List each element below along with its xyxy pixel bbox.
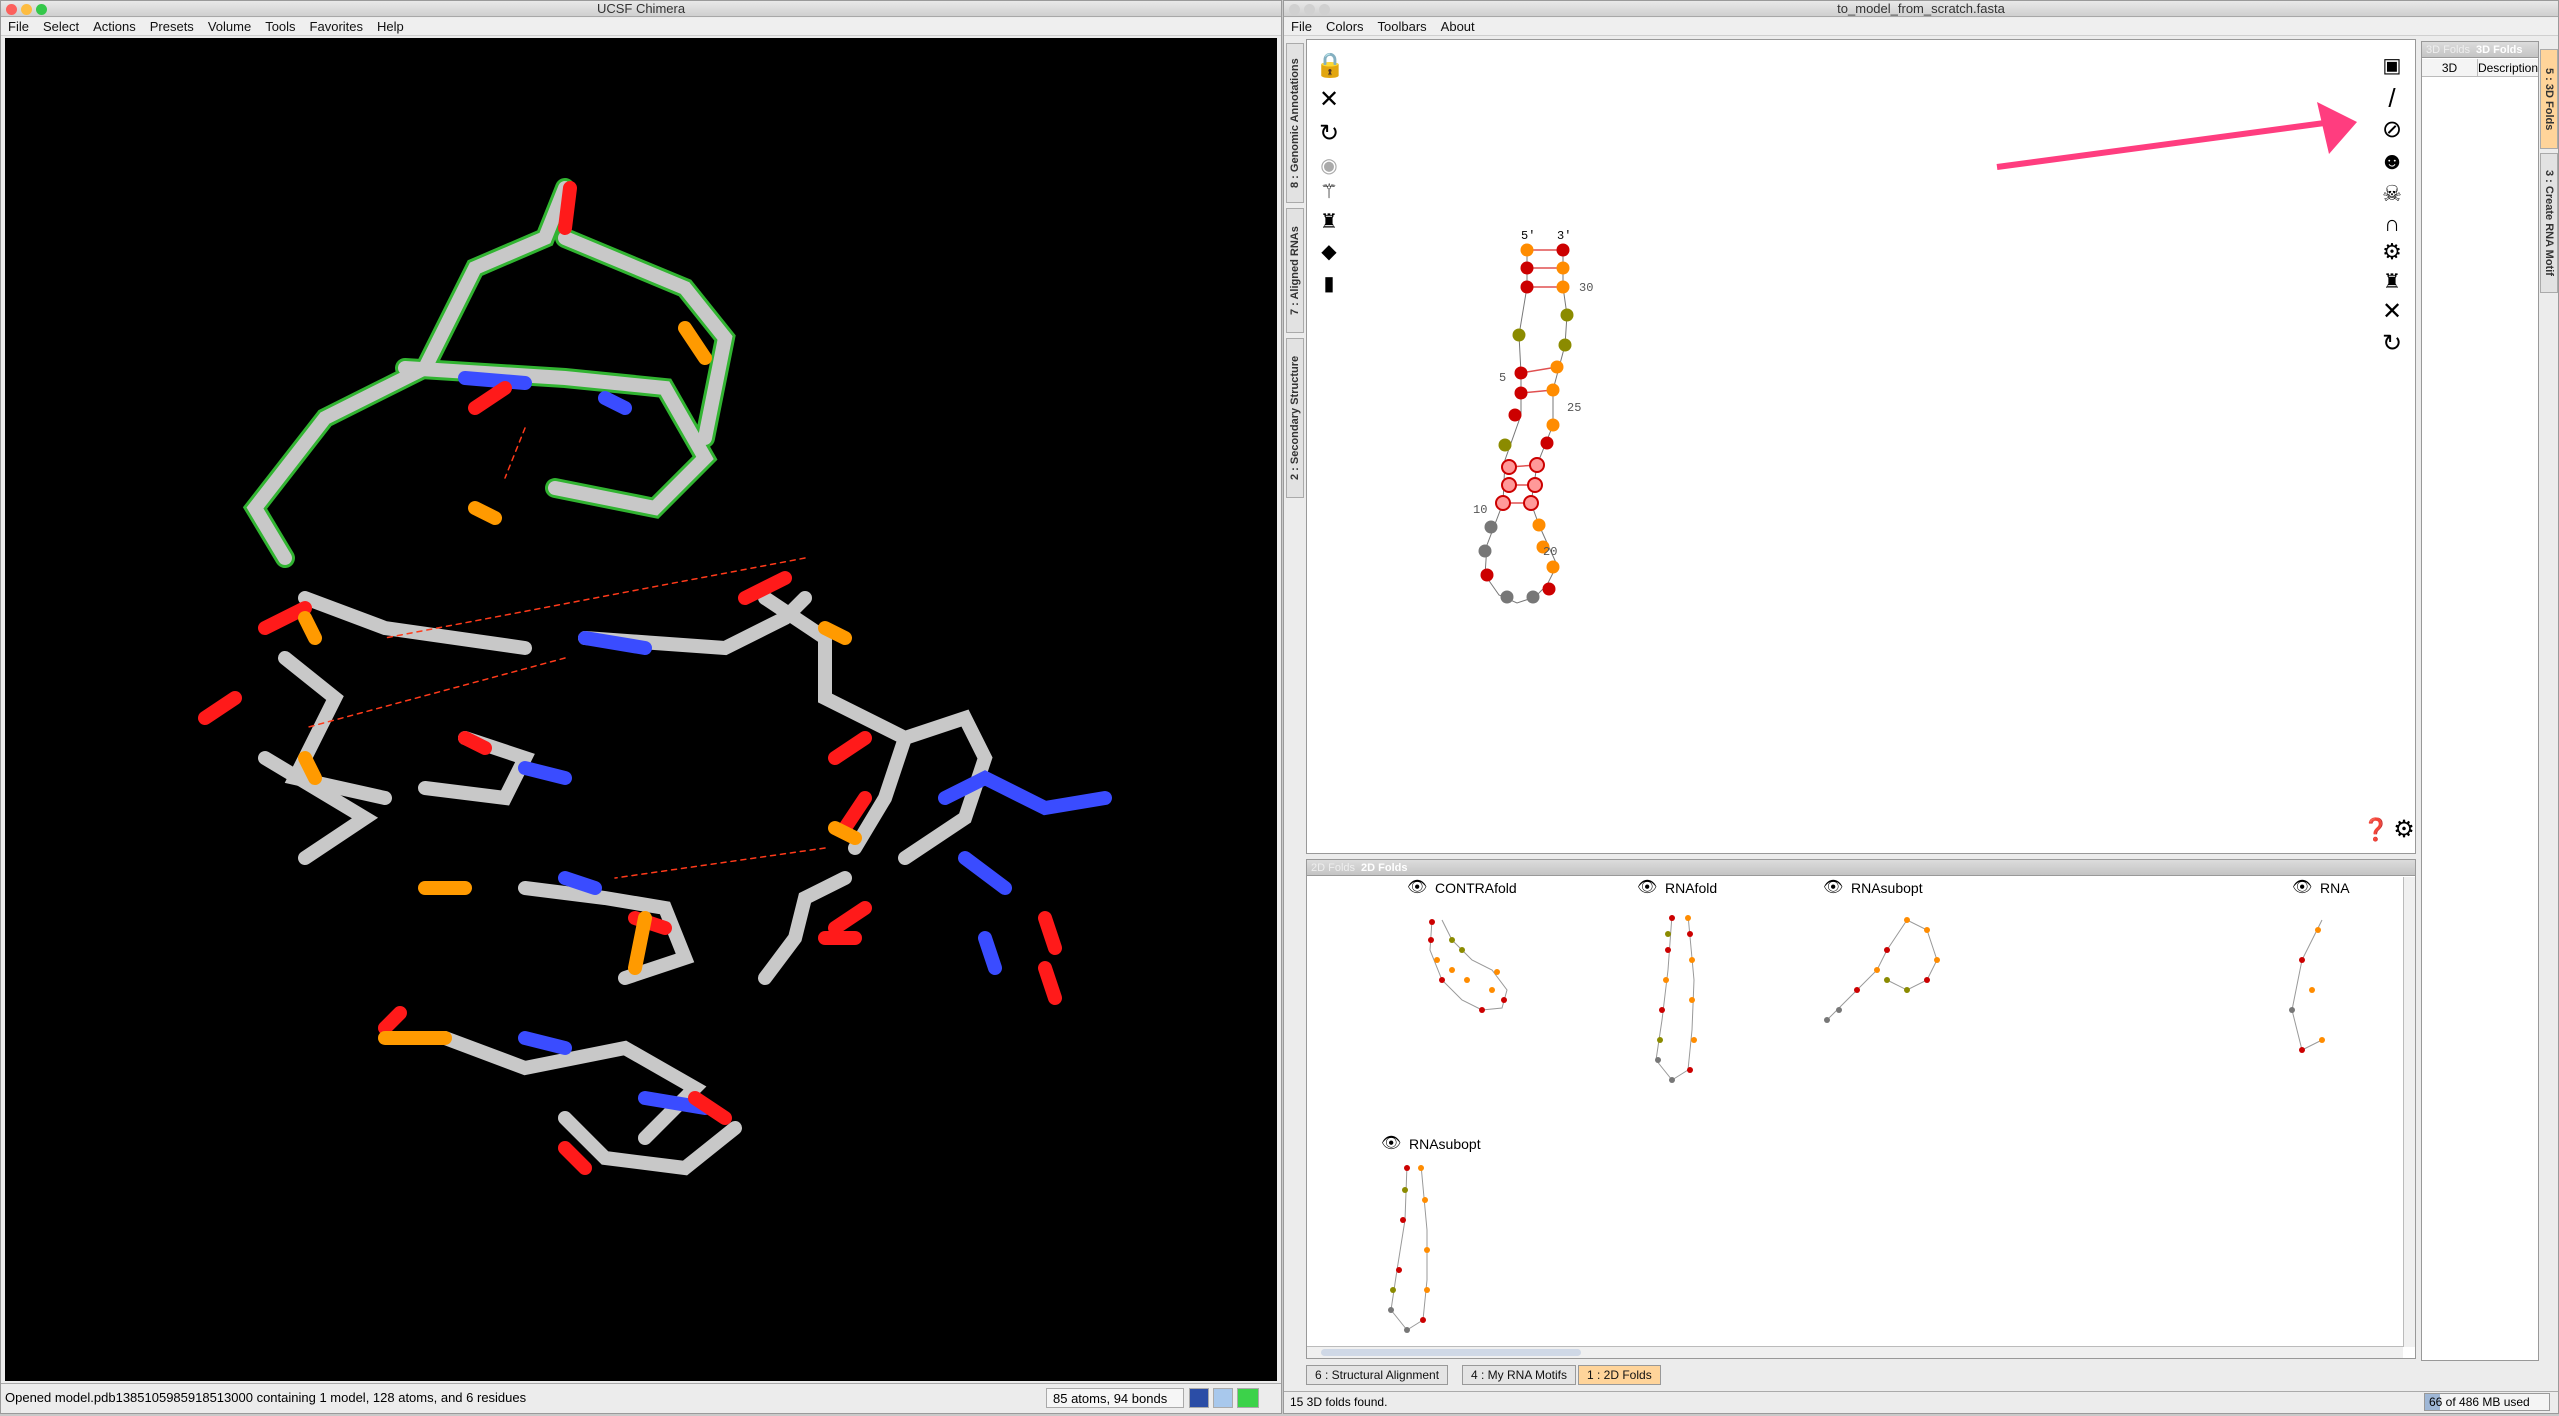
lock-icon[interactable]: 🔒 [1315, 52, 1345, 80]
status-message: Opened model.pdb1385105985918513000 cont… [5, 1390, 527, 1405]
assemble-menubar: File Colors Toolbars About [1284, 18, 2558, 36]
folds-3d-header: 3D Folds 3D Folds [2422, 42, 2538, 58]
help-icon[interactable]: ❓ [2362, 816, 2390, 844]
eye-icon[interactable]: 👁 [2292, 880, 2314, 896]
assemble-window: to_model_from_scratch.fasta File Colors To… [1283, 0, 2559, 1414]
info-icon[interactable] [1213, 1388, 1233, 1408]
chimera-menubar: File Select Actions Presets Volume Tools Favor… [1, 18, 1281, 36]
folds-3d-panel: 3D Folds 3D Folds 3D Description [2421, 41, 2539, 1361]
tab-secondary-structure[interactable]: 2 : Secondary Structure [1286, 338, 1304, 498]
window-title: UCSF Chimera [596, 1, 686, 16]
gears-icon[interactable]: ⚙ [2378, 238, 2406, 266]
vertical-scrollbar[interactable] [2403, 877, 2415, 1347]
menu-file[interactable]: File [1, 18, 36, 36]
zoom-window-button[interactable] [36, 4, 47, 15]
reply-log-icon[interactable] [1237, 1388, 1259, 1408]
folds-2d-panel: 2D Folds 2D Folds 👁 CONTRAfold 👁 RNAfold 👁 R… [1306, 859, 2416, 1359]
eye-icon[interactable]: 👁 [1381, 1136, 1403, 1152]
five-prime-label: 5' [1521, 229, 1535, 243]
tab-create-rna-motif[interactable]: 3 : Create RNA Motif [2540, 153, 2558, 293]
rnasubopt-1-thumbnail [1824, 917, 1940, 1023]
position-25-label: 25 [1567, 401, 1581, 415]
folds-2d-header: 2D Folds 2D Folds [1307, 860, 2415, 876]
tab-my-rna-motifs[interactable]: 4 : My RNA Motifs [1462, 1365, 1577, 1385]
window-title: to_model_from_scratch.fasta [1837, 1, 2005, 16]
eye-icon[interactable]: 👁 [1407, 880, 1429, 896]
menu-tools[interactable]: Tools [258, 18, 302, 36]
magic-wand-icon[interactable]: ⚚ [1315, 178, 1343, 206]
minimize-window-button[interactable] [21, 4, 32, 15]
refresh-icon[interactable]: ↻ [1315, 120, 1343, 148]
assemble-titlebar: to_model_from_scratch.fasta [1284, 1, 2558, 17]
chimera-titlebar: UCSF Chimera [1, 1, 1281, 17]
menu-favorites[interactable]: Favorites [303, 18, 370, 36]
tab-2d-folds[interactable]: 1 : 2D Folds [1578, 1365, 1661, 1385]
memory-usage: 66 of 486 MB used [2424, 1393, 2550, 1411]
status-message: 15 3D folds found. [1290, 1395, 1388, 1409]
command-line-icon[interactable] [1189, 1388, 1209, 1408]
tab-3d-folds[interactable]: 5 : 3D Folds [2540, 49, 2558, 149]
zoom-window-button[interactable] [1319, 4, 1330, 15]
settings-gear-icon[interactable]: ⚙ [2390, 816, 2418, 844]
tag-icon[interactable]: ◆ [1315, 238, 1343, 266]
windows-icon[interactable]: ▣ [2378, 52, 2406, 80]
eye-icon[interactable]: ◉ [1315, 152, 1343, 180]
contrafold-thumbnail [1428, 919, 1508, 1013]
assemble-statusbar: 15 3D folds found. 66 of 486 MB used [1284, 1391, 2558, 1413]
rna-truncated-thumbnail [2289, 919, 2325, 1053]
position-20-label: 20 [1543, 545, 1557, 559]
horizontal-scrollbar[interactable] [1307, 1346, 2403, 1358]
position-10-label: 10 [1473, 503, 1487, 517]
menu-toolbars[interactable]: Toolbars [1371, 18, 1434, 36]
bar-chart-icon[interactable]: ▮ [1315, 270, 1343, 298]
menu-colors[interactable]: Colors [1319, 18, 1371, 36]
col-3d[interactable]: 3D [2422, 59, 2478, 76]
menu-actions[interactable]: Actions [86, 18, 143, 36]
menu-file[interactable]: File [1284, 18, 1319, 36]
tab-structural-alignment[interactable]: 6 : Structural Alignment [1306, 1365, 1449, 1385]
folds-3d-table-header: 3D Description [2422, 59, 2538, 77]
rna-secondary-structure: 5' 3' 30 5 25 10 20 [1473, 229, 1593, 604]
menu-about[interactable]: About [1434, 18, 1482, 36]
menu-help[interactable]: Help [370, 18, 411, 36]
fold-rna-truncated[interactable]: 👁 RNA [2292, 880, 2350, 897]
molecule-3d-viewport[interactable] [5, 38, 1277, 1381]
fit-to-view-right-icon[interactable]: ✕ [2378, 298, 2406, 326]
tab-aligned-rnas[interactable]: 7 : Aligned RNAs [1286, 208, 1304, 333]
fit-to-view-icon[interactable]: ✕ [1315, 86, 1343, 114]
fold-contrafold[interactable]: 👁 CONTRAfold [1407, 880, 1517, 897]
scrollbar-thumb[interactable] [1321, 1349, 1581, 1356]
rnasubopt-2-thumbnail [1388, 1164, 1430, 1333]
eye-icon[interactable]: 👁 [1823, 880, 1845, 896]
position-30-label: 30 [1579, 281, 1593, 295]
secondary-structure-canvas[interactable]: 🔒 ✕ ↻ ◉ ⚚ ♜ ◆ ▮ ▣ / ⊘ ☻ ☠ ∩ ⚙ ♜ ✕ ↻ 5' 3… [1306, 39, 2416, 854]
molecule-render [198, 178, 1112, 1176]
rnafold-thumbnail [1655, 914, 1697, 1083]
tab-genomic-annotations[interactable]: 8 : Genomic Annotations [1286, 43, 1304, 203]
paint-brush-right-icon[interactable]: ♜ [2378, 268, 2406, 296]
paint-brush-icon[interactable]: ♜ [1315, 208, 1343, 236]
refresh-right-icon[interactable]: ↻ [2378, 330, 2406, 358]
menu-volume[interactable]: Volume [201, 18, 258, 36]
position-5-label: 5 [1499, 371, 1506, 385]
menu-select[interactable]: Select [36, 18, 86, 36]
close-window-button[interactable] [6, 4, 17, 15]
col-description[interactable]: Description [2478, 59, 2538, 76]
menu-presets[interactable]: Presets [143, 18, 201, 36]
atoms-bonds-count: 85 atoms, 94 bonds [1046, 1388, 1184, 1408]
chimera-window: UCSF Chimera File Select Actions Presets Vol… [0, 0, 1282, 1414]
three-prime-label: 3' [1557, 229, 1571, 243]
fold-rnasubopt-2[interactable]: 👁 RNAsubopt [1381, 1136, 1481, 1153]
annotation-arrow [1996, 102, 2357, 170]
skull-icon[interactable]: ☠ [2378, 180, 2406, 208]
chimera-statusbar: Opened model.pdb1385105985918513000 cont… [1, 1383, 1281, 1413]
bottom-tabbar: 6 : Structural Alignment 4 : My RNA Moti… [1306, 1365, 2416, 1387]
minimize-window-button[interactable] [1304, 4, 1315, 15]
fold-rnafold[interactable]: 👁 RNAfold [1637, 880, 1717, 897]
eye-icon[interactable]: 👁 [1637, 880, 1659, 896]
close-window-button[interactable] [1289, 4, 1300, 15]
magnet-icon[interactable]: ∩ [2378, 210, 2406, 238]
fold-rnasubopt-1[interactable]: 👁 RNAsubopt [1823, 880, 1923, 897]
